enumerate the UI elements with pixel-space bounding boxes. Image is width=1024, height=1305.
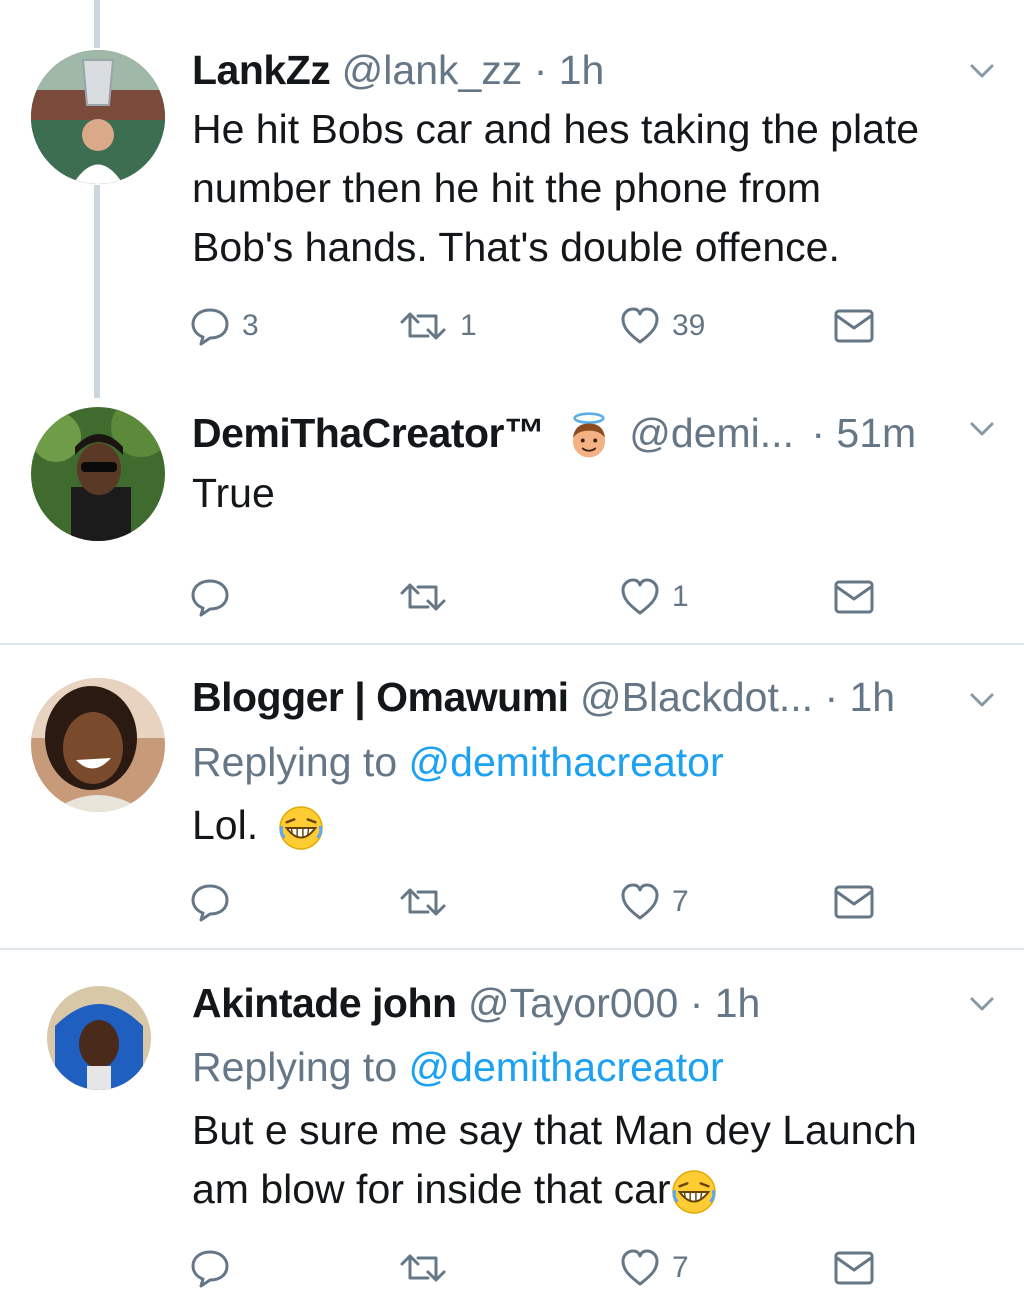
reply-icon bbox=[190, 882, 230, 922]
reply-button[interactable] bbox=[190, 882, 230, 922]
retweet-icon bbox=[398, 1248, 448, 1288]
replying-to-label: Replying to bbox=[192, 739, 398, 785]
timestamp[interactable]: · 1h bbox=[824, 674, 895, 720]
chevron-down-icon[interactable] bbox=[966, 55, 998, 87]
tweet-text-line: But e sure me say that Man dey Launch bbox=[192, 1107, 917, 1153]
reply-button[interactable] bbox=[190, 577, 230, 617]
reply-button[interactable]: 3 bbox=[190, 306, 259, 346]
user-handle[interactable]: @Tayor000 bbox=[468, 980, 678, 1026]
like-icon bbox=[620, 577, 660, 617]
tweet-text-line: He hit Bobs car and hes taking the plate bbox=[192, 106, 920, 152]
direct-message-icon bbox=[834, 309, 874, 343]
direct-message-icon bbox=[834, 580, 874, 614]
display-name[interactable]: DemiThaCreator™ bbox=[192, 410, 545, 456]
reply-icon bbox=[190, 306, 230, 346]
like-button[interactable]: 1 bbox=[620, 577, 689, 617]
reply-button[interactable] bbox=[190, 1248, 230, 1288]
reply-count: 3 bbox=[242, 309, 259, 342]
tweet-text: Lol. bbox=[192, 796, 324, 855]
retweet-button[interactable] bbox=[398, 577, 448, 617]
like-icon bbox=[620, 1248, 660, 1288]
replying-to-handle-link[interactable]: @demithacreator bbox=[409, 739, 724, 785]
thread-connector-line bbox=[94, 185, 100, 398]
display-name[interactable]: Blogger | Omawumi bbox=[192, 674, 569, 720]
chevron-down-icon[interactable] bbox=[966, 988, 998, 1020]
user-handle[interactable]: @lank_zz bbox=[342, 47, 523, 93]
timestamp[interactable]: · 51m bbox=[811, 410, 916, 456]
user-handle[interactable]: @Blackdot... bbox=[580, 674, 813, 720]
like-button[interactable]: 7 bbox=[620, 1248, 689, 1288]
display-name[interactable]: Akintade john bbox=[192, 980, 457, 1026]
like-icon bbox=[620, 882, 660, 922]
timestamp[interactable]: · 1h bbox=[690, 980, 761, 1026]
timestamp[interactable]: · 1h bbox=[534, 47, 605, 93]
tweet-text-line: True bbox=[192, 470, 275, 516]
divider bbox=[0, 948, 1024, 950]
retweet-button[interactable] bbox=[398, 1248, 448, 1288]
like-count: 39 bbox=[672, 309, 706, 342]
replying-to-handle-link[interactable]: @demithacreator bbox=[409, 1044, 724, 1090]
tweet-header: DemiThaCreator™ @demi... · 51m bbox=[192, 408, 916, 461]
direct-message-icon bbox=[834, 885, 874, 919]
divider bbox=[0, 643, 1024, 645]
thread-connector-line bbox=[94, 0, 100, 48]
retweet-count: 1 bbox=[460, 309, 477, 342]
like-icon bbox=[620, 306, 660, 346]
tweet-header: LankZz @lank_zz · 1h bbox=[192, 45, 604, 95]
tweet-header: Blogger | Omawumi @Blackdot... · 1h bbox=[192, 672, 895, 722]
chevron-down-icon[interactable] bbox=[966, 413, 998, 445]
avatar[interactable] bbox=[47, 986, 151, 1090]
replying-to: Replying to @demithacreator bbox=[192, 737, 724, 787]
tweet-header: Akintade john @Tayor000 · 1h bbox=[192, 978, 760, 1028]
replying-to: Replying to @demithacreator bbox=[192, 1042, 724, 1092]
tweet-text-line: Bob's hands. That's double offence. bbox=[192, 224, 840, 270]
halo-face-emoji bbox=[564, 411, 614, 461]
like-button[interactable]: 7 bbox=[620, 882, 689, 922]
retweet-button[interactable] bbox=[398, 882, 448, 922]
avatar[interactable] bbox=[31, 678, 165, 812]
tweet-text-line: number then he hit the phone from bbox=[192, 165, 822, 211]
like-count: 7 bbox=[672, 1251, 689, 1284]
display-name[interactable]: LankZz bbox=[192, 47, 331, 93]
like-count: 7 bbox=[672, 885, 689, 918]
reply-icon bbox=[190, 1248, 230, 1288]
like-button[interactable]: 39 bbox=[620, 306, 705, 346]
direct-message-icon bbox=[834, 1251, 874, 1285]
direct-message-button[interactable] bbox=[834, 309, 874, 343]
laughing-emoji bbox=[278, 805, 324, 851]
tweet-text-line: am blow for inside that car bbox=[192, 1166, 671, 1212]
chevron-down-icon[interactable] bbox=[966, 684, 998, 716]
retweet-button[interactable]: 1 bbox=[398, 306, 477, 346]
tweet-text-line: Lol. bbox=[192, 802, 259, 848]
tweet-text: am blow for inside that car bbox=[192, 1160, 717, 1219]
avatar[interactable] bbox=[31, 50, 165, 184]
direct-message-button[interactable] bbox=[834, 885, 874, 919]
direct-message-button[interactable] bbox=[834, 580, 874, 614]
user-handle[interactable]: @demi... bbox=[629, 410, 794, 456]
laughing-emoji bbox=[671, 1169, 717, 1215]
direct-message-button[interactable] bbox=[834, 1251, 874, 1285]
avatar[interactable] bbox=[31, 407, 165, 541]
retweet-icon bbox=[398, 882, 448, 922]
retweet-icon bbox=[398, 577, 448, 617]
reply-icon bbox=[190, 577, 230, 617]
like-count: 1 bbox=[672, 580, 689, 613]
replying-to-label: Replying to bbox=[192, 1044, 398, 1090]
retweet-icon bbox=[398, 306, 448, 346]
